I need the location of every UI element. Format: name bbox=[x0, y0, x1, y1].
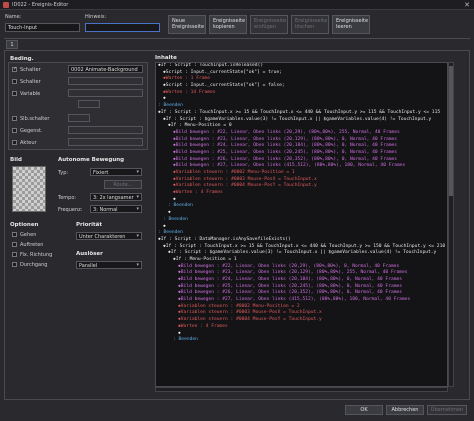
actor-label: Akteur bbox=[20, 140, 37, 146]
command-line[interactable]: ◆Variablen steuern : #0004 Mouse-PosY = … bbox=[156, 317, 447, 324]
switch1-select[interactable]: 0002 Animate-Background bbox=[68, 65, 143, 73]
command-line[interactable]: ◆Bild bewegen : #23, Linear, Oben links … bbox=[156, 270, 447, 277]
delete-page-button[interactable]: Ereignisseite löschen bbox=[291, 15, 329, 34]
option-fixdir-label: Fix. Richtung bbox=[20, 252, 53, 258]
command-line[interactable]: ◆Bild bewegen : #27, Linear, Oben links … bbox=[156, 297, 447, 304]
option-through-checkbox[interactable] bbox=[12, 262, 17, 267]
type-select[interactable]: Fixiert bbox=[90, 168, 142, 176]
option-fixdir-checkbox[interactable] bbox=[12, 252, 17, 257]
image-title: Bild bbox=[10, 157, 22, 163]
actor-checkbox[interactable] bbox=[12, 140, 17, 145]
close-icon[interactable]: ✕ bbox=[464, 1, 470, 9]
variable-value-input[interactable] bbox=[78, 100, 100, 108]
priority-select[interactable]: Unter Charakteren bbox=[76, 232, 142, 240]
selfswitch-select[interactable] bbox=[68, 114, 90, 122]
frequency-select[interactable]: 3: Normal bbox=[90, 205, 142, 213]
command-line[interactable]: ◆If : Script : DataManager.isAnySavefile… bbox=[156, 237, 447, 244]
switch2-checkbox[interactable] bbox=[12, 79, 17, 84]
tab-strip-line bbox=[4, 38, 470, 39]
name-label: Name: bbox=[5, 14, 22, 20]
copy-page-button[interactable]: Ereignisseite kopieren bbox=[209, 15, 247, 34]
command-line[interactable]: : Beenden bbox=[156, 230, 447, 237]
note-input[interactable] bbox=[85, 23, 160, 32]
priority-title: Priorität bbox=[76, 222, 102, 228]
clear-page-button[interactable]: Ereignisseite leeren bbox=[332, 15, 370, 34]
command-line[interactable]: ◆Bild bewegen : #22, Linear, Oben links … bbox=[156, 130, 447, 137]
command-line[interactable]: ◆If : Menu-Position = 1 bbox=[156, 257, 447, 264]
autonomous-title: Autonome Bewegung bbox=[58, 157, 125, 163]
contents-title: Inhalte bbox=[155, 55, 177, 61]
command-line[interactable]: ◆Bild bewegen : #24, Linear, Oben links … bbox=[156, 277, 447, 284]
command-line[interactable]: ◆Bild bewegen : #24, Linear, Oben links … bbox=[156, 143, 447, 150]
item-checkbox[interactable] bbox=[12, 128, 17, 133]
frequency-label: Frequenz: bbox=[58, 207, 83, 213]
event-command-list[interactable]: ◆If : Script : TouchInput.isReleased() ◆S… bbox=[155, 62, 448, 387]
ok-button[interactable]: OK bbox=[345, 405, 383, 415]
selfswitch-checkbox[interactable] bbox=[12, 116, 17, 121]
note-label: Hinweis: bbox=[85, 14, 107, 20]
cancel-button[interactable]: Abbrechen bbox=[386, 405, 424, 415]
command-line[interactable]: ◆If : Script : TouchInput.isReleased() bbox=[156, 63, 447, 70]
command-line[interactable]: ◆Bild bewegen : #27, Linear, Oben links … bbox=[156, 163, 447, 170]
speed-select[interactable]: 3: 2x langsamer bbox=[90, 193, 142, 201]
title-bar: ID022 - Ereignis-Editor ✕ bbox=[0, 0, 474, 10]
command-line[interactable]: : Beenden bbox=[156, 103, 447, 110]
command-line[interactable]: ◆Warten : 4 Frames bbox=[156, 324, 447, 331]
speed-label: Tempo: bbox=[58, 195, 77, 201]
command-line[interactable]: ◆Bild bewegen : #25, Linear, Oben links … bbox=[156, 150, 447, 157]
apply-button[interactable]: Übernehmen bbox=[427, 405, 467, 415]
vertical-scroll-thumb[interactable] bbox=[449, 66, 453, 196]
command-line[interactable]: : Beenden bbox=[156, 203, 447, 210]
route-button[interactable]: Route... bbox=[104, 180, 142, 189]
horizontal-scrollbar[interactable] bbox=[155, 387, 448, 392]
command-line[interactable]: ◆ bbox=[156, 197, 447, 204]
option-stepping-label: Auftreten bbox=[20, 242, 44, 248]
variable-select[interactable] bbox=[68, 89, 143, 97]
command-line[interactable]: : Beenden bbox=[156, 217, 447, 224]
command-line[interactable]: ◆ bbox=[156, 331, 447, 338]
window-title: ID022 - Ereignis-Editor bbox=[12, 2, 69, 8]
command-line[interactable]: ◆If : Script : $gameVariables.value(3) !… bbox=[156, 250, 447, 257]
paste-page-button[interactable]: Ereignisseite einfügen bbox=[250, 15, 288, 34]
variable-checkbox[interactable] bbox=[12, 91, 17, 96]
event-image-preview[interactable] bbox=[12, 166, 46, 212]
name-input[interactable]: Touch-Input bbox=[5, 23, 80, 32]
option-stepping-checkbox[interactable] bbox=[12, 242, 17, 247]
switch1-checkbox[interactable] bbox=[12, 66, 17, 72]
command-line[interactable]: ◆Warten : 4 Frames bbox=[156, 190, 447, 197]
command-line[interactable]: ◆If : Menu-Position = 0 bbox=[156, 123, 447, 130]
item-select[interactable] bbox=[68, 126, 143, 134]
options-title: Optionen bbox=[10, 222, 39, 228]
command-line[interactable]: ◆Script : Input._currentState["ok"] = fa… bbox=[156, 83, 447, 90]
command-line[interactable]: ◆ bbox=[156, 224, 447, 231]
item-label: Gegenst. bbox=[20, 128, 43, 134]
switch2-select[interactable] bbox=[68, 77, 143, 85]
option-walk-label: Gehen bbox=[20, 232, 37, 238]
switch1-label: Schalter bbox=[20, 67, 41, 73]
command-line[interactable]: ◆Variablen steuern : #0002 Menu-Position… bbox=[156, 170, 447, 177]
app-icon bbox=[3, 2, 9, 8]
selfswitch-label: Slb.schalter bbox=[20, 116, 50, 122]
new-page-button[interactable]: Neue Ereignisseite bbox=[168, 15, 206, 34]
actor-select[interactable] bbox=[68, 138, 143, 146]
command-line[interactable]: : Beenden bbox=[156, 337, 447, 344]
option-through-label: Durchgang bbox=[20, 262, 48, 268]
command-line[interactable]: ◆Warten : 14 Frames bbox=[156, 90, 447, 97]
command-line[interactable]: ◆If : Script : TouchInput.x >= 15 && Tou… bbox=[156, 110, 447, 117]
trigger-title: Auslöser bbox=[76, 251, 103, 257]
command-line[interactable]: ◆ bbox=[156, 210, 447, 217]
option-walk-checkbox[interactable] bbox=[12, 232, 17, 237]
tab-page-1[interactable]: 1 bbox=[6, 40, 18, 49]
variable-label: Variable bbox=[20, 91, 41, 97]
command-line[interactable]: ◆ bbox=[156, 96, 447, 103]
switch2-label: Schalter bbox=[20, 79, 41, 85]
trigger-select[interactable]: Parallel bbox=[76, 261, 142, 269]
type-label: Typ: bbox=[58, 170, 69, 176]
